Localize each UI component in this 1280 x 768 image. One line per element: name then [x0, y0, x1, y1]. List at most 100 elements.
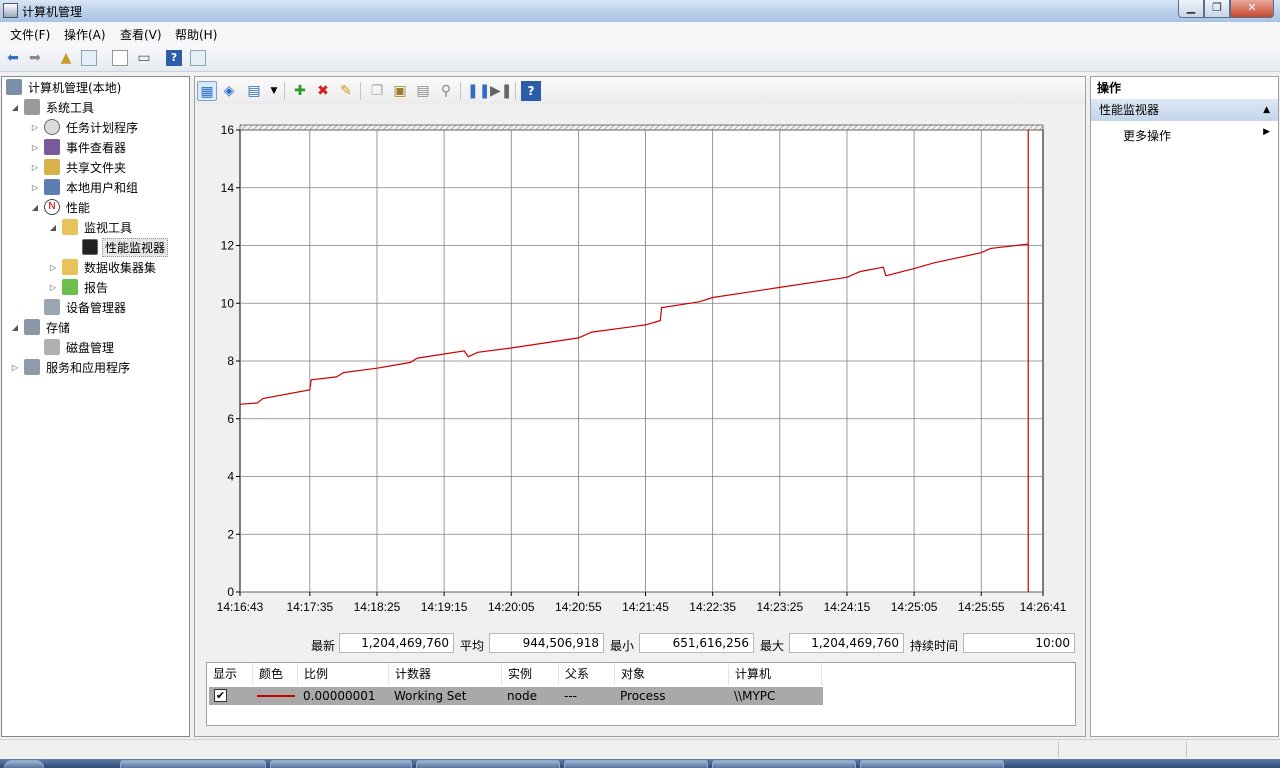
tree-item-monitoring-tools[interactable]: ◢ 监视工具 — [48, 217, 134, 237]
paste-counter-list-icon[interactable]: ▣ — [390, 81, 410, 101]
tree-item-disk-management[interactable]: 磁盘管理 — [44, 337, 116, 357]
column-computer[interactable]: 计算机 — [729, 663, 822, 685]
last-value: 1,204,469,760 — [339, 633, 454, 653]
tree-item-shared-folders[interactable]: ▷ 共享文件夹 — [30, 157, 128, 177]
x-tick-label: 14:21:45 — [622, 600, 669, 614]
tree-item-event-viewer[interactable]: ▷ 事件查看器 — [30, 137, 128, 157]
computer-management-icon — [3, 3, 18, 18]
tree-item-performance-monitor[interactable]: 性能监视器 — [82, 237, 169, 257]
tree-item-storage[interactable]: ◢ 存储 — [10, 317, 72, 337]
expander-icon[interactable]: ▷ — [48, 283, 58, 292]
back-arrow-icon[interactable]: ⬅ — [5, 50, 21, 66]
expander-icon[interactable]: ◢ — [48, 223, 58, 232]
y-tick-label: 0 — [227, 585, 234, 599]
freeze-display-icon[interactable]: ❚❚ — [467, 81, 490, 101]
tree-item-reports[interactable]: ▷ 报告 — [48, 277, 110, 297]
taskbar-button[interactable] — [416, 760, 560, 768]
expander-icon[interactable]: ▷ — [30, 183, 40, 192]
folder-icon — [62, 259, 78, 275]
menu-action[interactable]: 操作(A) — [64, 26, 106, 43]
column-scale[interactable]: 比例 — [298, 663, 389, 685]
performance-graph[interactable]: 0 2 4 6 8 10 12 14 16 14:16:43 14:17:35 14:18:25 14:… — [205, 121, 1075, 661]
change-graph-type-icon[interactable]: ▤ — [244, 81, 264, 101]
taskbar-button[interactable] — [564, 760, 708, 768]
expander-icon[interactable]: ◢ — [30, 203, 40, 212]
properties-icon[interactable] — [112, 50, 128, 66]
tree-item-task-scheduler[interactable]: ▷ 任务计划程序 — [30, 117, 140, 137]
up-folder-icon[interactable]: ▲ — [58, 50, 74, 66]
collapse-icon[interactable]: ▲ — [1263, 99, 1270, 121]
expander-icon[interactable]: ▷ — [30, 123, 40, 132]
print-icon[interactable]: ▭ — [136, 50, 152, 66]
x-tick-label: 14:26:41 — [1020, 600, 1067, 614]
chevron-down-icon[interactable]: ▼ — [264, 81, 284, 101]
menu-help[interactable]: 帮助(H) — [175, 26, 217, 43]
x-tick-label: 14:25:05 — [891, 600, 938, 614]
expander-icon[interactable]: ▷ — [48, 263, 58, 272]
status-divider — [1058, 742, 1059, 758]
taskbar-button[interactable] — [120, 760, 266, 768]
x-tick-label: 14:16:43 — [217, 600, 264, 614]
close-button[interactable]: ✕ — [1230, 0, 1274, 18]
column-object[interactable]: 对象 — [615, 663, 729, 685]
cell-object: Process — [620, 689, 666, 703]
duration-label: 持续时间 — [910, 639, 959, 653]
menu-view[interactable]: 查看(V) — [120, 26, 162, 43]
show-checkbox[interactable]: ✔ — [214, 689, 227, 702]
column-parent[interactable]: 父系 — [559, 663, 615, 685]
cell-instance: node — [507, 689, 537, 703]
column-counter[interactable]: 计数器 — [389, 663, 502, 685]
cell-computer: \\MYPC — [734, 689, 776, 703]
start-button[interactable] — [4, 760, 44, 768]
taskbar-button[interactable] — [860, 760, 1004, 768]
taskbar-button[interactable] — [270, 760, 412, 768]
tree-item-performance[interactable]: ◢ N 性能 — [30, 197, 92, 217]
forward-arrow-icon[interactable]: ➡ — [27, 50, 43, 66]
view-log-data-icon[interactable]: ◈ — [219, 81, 239, 101]
chevron-right-icon[interactable]: ▶ — [1263, 127, 1270, 137]
help-icon[interactable]: ? — [521, 81, 541, 101]
highlight-icon[interactable]: ✎ — [336, 81, 356, 101]
monitor-chart-icon — [82, 239, 98, 255]
column-show[interactable]: 显示 — [207, 663, 253, 685]
expander-icon[interactable]: ▷ — [30, 143, 40, 152]
update-data-icon[interactable]: ▶❚ — [490, 81, 513, 101]
x-tick-label: 14:25:55 — [958, 600, 1005, 614]
taskbar-button[interactable] — [712, 760, 856, 768]
table-row[interactable]: ✔ 0.00000001 Working Set node --- Proces… — [209, 687, 823, 705]
add-counter-icon[interactable]: ✚ — [290, 81, 310, 101]
column-instance[interactable]: 实例 — [502, 663, 559, 685]
expander-icon[interactable]: ◢ — [10, 323, 20, 332]
minimize-button[interactable]: ▁ — [1178, 0, 1204, 18]
show-hide-tree-icon[interactable] — [81, 50, 97, 66]
delete-counter-icon[interactable]: ✖ — [313, 81, 333, 101]
status-divider — [1186, 742, 1187, 758]
more-actions-item[interactable]: 更多操作 — [1123, 127, 1171, 144]
tree-item-services-apps[interactable]: ▷ 服务和应用程序 — [10, 357, 132, 377]
x-tick-label: 14:19:15 — [421, 600, 468, 614]
y-tick-label: 16 — [221, 123, 235, 137]
menu-file[interactable]: 文件(F) — [10, 26, 50, 43]
zoom-icon[interactable]: ⚲ — [436, 81, 456, 101]
tree-item-data-collector-sets[interactable]: ▷ 数据收集器集 — [48, 257, 158, 277]
view-graph-icon[interactable]: ▦ — [197, 81, 217, 101]
show-hide-action-pane-icon[interactable] — [190, 50, 206, 66]
tree-item-system-tools[interactable]: ◢ 系统工具 — [10, 97, 96, 117]
column-color[interactable]: 颜色 — [253, 663, 298, 685]
expander-icon[interactable]: ▷ — [30, 163, 40, 172]
copy-properties-icon[interactable]: ❐ — [367, 81, 387, 101]
help-icon[interactable]: ? — [166, 50, 182, 66]
users-icon — [44, 179, 60, 195]
expander-icon[interactable]: ◢ — [10, 103, 20, 112]
tree-item-root[interactable]: 计算机管理(本地) — [6, 77, 123, 97]
cell-scale: 0.00000001 — [303, 689, 376, 703]
toolbar-separator — [360, 82, 361, 100]
x-tick-label: 14:17:35 — [286, 600, 333, 614]
actions-section-header[interactable]: 性能监视器 ▲ — [1091, 99, 1278, 121]
tree-item-local-users[interactable]: ▷ 本地用户和组 — [30, 177, 140, 197]
maximize-button[interactable]: ❐ — [1204, 0, 1230, 18]
y-tick-label: 12 — [221, 239, 235, 253]
tree-item-device-manager[interactable]: 设备管理器 — [44, 297, 128, 317]
properties-icon[interactable]: ▤ — [413, 81, 433, 101]
expander-icon[interactable]: ▷ — [10, 363, 20, 372]
